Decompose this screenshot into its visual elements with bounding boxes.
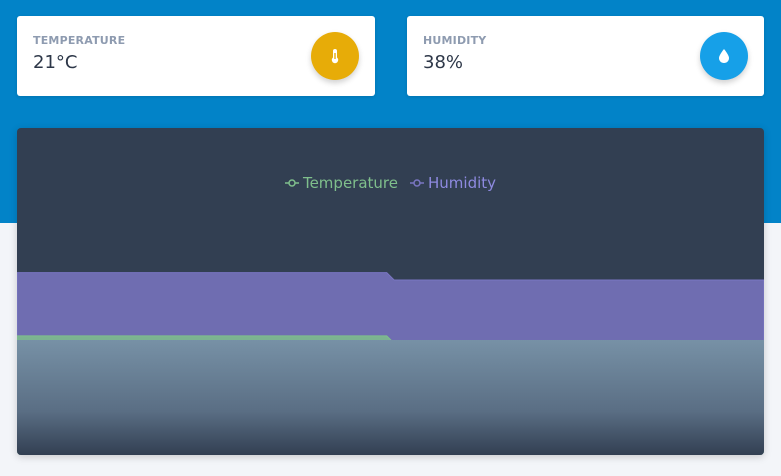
sensor-chart: Temperature Humidity bbox=[17, 128, 764, 455]
baseline-fade-area bbox=[17, 340, 764, 455]
water-drop-icon bbox=[700, 32, 748, 80]
humidity-value: 38% bbox=[423, 52, 464, 73]
legend-item-temperature[interactable]: Temperature bbox=[284, 174, 398, 192]
temperature-card: TEMPERATURE 21°C bbox=[17, 16, 375, 96]
humidity-label: HUMIDITY bbox=[423, 34, 487, 47]
legend-label-humidity: Humidity bbox=[428, 174, 497, 192]
chart-legend: Temperature Humidity bbox=[17, 174, 764, 192]
legend-marker-temperature-icon bbox=[284, 179, 299, 187]
legend-label-temperature: Temperature bbox=[302, 174, 398, 192]
temperature-label: TEMPERATURE bbox=[33, 34, 126, 47]
temperature-value: 21°C bbox=[33, 52, 78, 73]
legend-marker-humidity-icon bbox=[410, 179, 424, 187]
legend-item-humidity[interactable]: Humidity bbox=[410, 174, 496, 192]
humidity-card: HUMIDITY 38% bbox=[407, 16, 764, 96]
thermometer-icon bbox=[311, 32, 359, 80]
